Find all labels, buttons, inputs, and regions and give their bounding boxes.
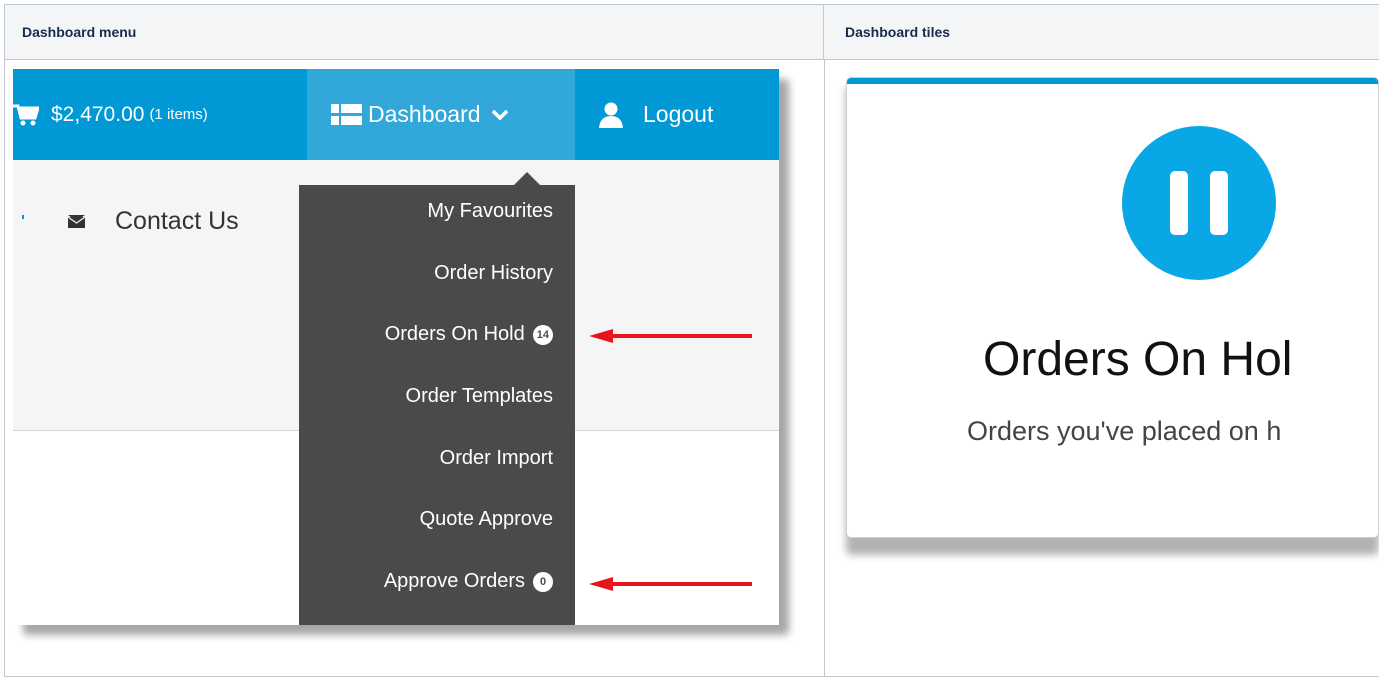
pause-bar xyxy=(1210,171,1228,235)
tile-title: Orders On Hol xyxy=(983,333,1293,386)
tile-description: Orders you've placed on h xyxy=(967,416,1282,446)
pause-icon xyxy=(1122,126,1276,280)
table-header-dashboard-menu: Dashboard menu xyxy=(5,5,824,60)
menu-item-orders-on-hold[interactable]: Orders On Hold 14 xyxy=(385,323,553,346)
nav-edge-fragment xyxy=(22,215,24,219)
dashboard-label: Dashboard xyxy=(368,101,481,127)
menu-item-label: Orders On Hold xyxy=(384,323,525,345)
menu-item-label: Approve Orders xyxy=(383,570,525,592)
cart-amount: $2,470.00 xyxy=(51,102,145,126)
dashboard-tile-screenshot: Orders On Hol Orders you've placed on h xyxy=(846,77,1379,557)
menu-item-label: Order History xyxy=(434,262,553,284)
screenshot-frame: $2,470.00 (1 items) Dashboard Logout Con… xyxy=(13,69,779,625)
chevron-down-icon xyxy=(491,109,508,120)
menu-item-order-templates[interactable]: Order Templates xyxy=(406,385,553,408)
dropdown-caret xyxy=(513,172,541,186)
menu-item-approve-orders[interactable]: Approve Orders 0 xyxy=(384,570,553,593)
cart-summary[interactable]: $2,470.00 (1 items) xyxy=(13,69,208,160)
contact-us-label: Contact Us xyxy=(115,207,239,235)
dashboard-menu-screenshot: $2,470.00 (1 items) Dashboard Logout Con… xyxy=(13,69,789,635)
tile-accent-bar xyxy=(847,78,1378,84)
envelope-icon xyxy=(68,215,85,228)
top-navigation-bar: $2,470.00 (1 items) Dashboard Logout xyxy=(13,69,779,160)
menu-item-label: Order Templates xyxy=(405,385,553,407)
menu-item-quote-approve[interactable]: Quote Approve xyxy=(420,508,553,531)
cart-item-count: (1 items) xyxy=(149,106,208,123)
count-badge: 14 xyxy=(532,324,553,345)
menu-item-order-import[interactable]: Order Import xyxy=(440,447,553,470)
menu-item-label: Order Import xyxy=(439,447,553,469)
menu-item-label: Quote Approve xyxy=(419,508,553,530)
dashboard-menu-button[interactable]: Dashboard xyxy=(307,69,575,160)
count-badge: 0 xyxy=(533,571,553,592)
cart-icon xyxy=(13,104,39,125)
table-header-dashboard-tiles: Dashboard tiles xyxy=(824,5,1379,60)
contact-us-link[interactable]: Contact Us xyxy=(68,207,239,236)
grid-icon xyxy=(331,104,362,125)
red-arrow-annotation xyxy=(589,329,752,343)
user-icon xyxy=(599,102,623,128)
column-divider xyxy=(824,60,825,677)
menu-item-label: My Favourites xyxy=(427,200,553,222)
menu-item-order-history[interactable]: Order History xyxy=(434,262,553,285)
red-arrow-annotation xyxy=(589,577,752,591)
logout-label: Logout xyxy=(643,101,714,127)
orders-on-hold-tile[interactable]: Orders On Hol Orders you've placed on h xyxy=(846,77,1379,538)
logout-button[interactable]: Logout xyxy=(599,69,713,160)
dashboard-dropdown-menu: My Favourites Order History Orders On Ho… xyxy=(299,185,575,625)
pause-bar xyxy=(1170,171,1188,235)
menu-item-my-favourites[interactable]: My Favourites xyxy=(427,200,553,223)
